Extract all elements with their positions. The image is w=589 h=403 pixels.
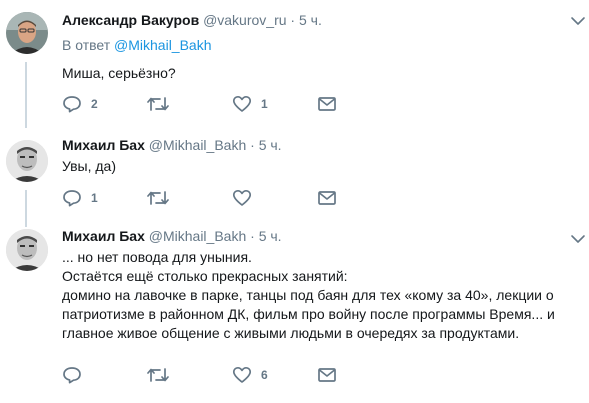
retweet-button[interactable] — [147, 365, 178, 385]
chevron-down-icon[interactable] — [570, 233, 586, 245]
separator-dot: · — [250, 137, 255, 153]
separator-dot: · — [250, 228, 255, 244]
author-name[interactable]: Михаил Бах — [62, 228, 145, 244]
tweet[interactable]: Михаил Бах @Mikhail_Bakh · 5 ч. ... но н… — [0, 226, 589, 403]
tweet-text-line: Увы, да) — [62, 158, 117, 174]
like-button[interactable] — [232, 188, 261, 208]
retweet-button[interactable] — [147, 94, 178, 114]
envelope-icon — [318, 97, 336, 111]
reply-mention-link[interactable]: @Mikhail_Bakh — [114, 37, 211, 53]
chevron-down-icon[interactable] — [570, 15, 586, 27]
like-count: 6 — [261, 368, 268, 382]
timestamp[interactable]: 5 ч. — [259, 228, 282, 244]
reply-button[interactable]: 1 — [62, 188, 98, 208]
message-button[interactable] — [317, 188, 337, 208]
author-handle[interactable]: @Mikhail_Bakh — [149, 228, 246, 244]
tweet[interactable]: Александр Вакуров @vakurov_ru · 5 ч. В о… — [0, 0, 589, 128]
reply-icon — [63, 367, 81, 384]
message-button[interactable] — [317, 365, 337, 385]
tweet-text-line: Остаётся ещё столько прекрасных занятий: — [62, 268, 348, 284]
tweet-text-line: домино на лавочке в парке, танцы под бая… — [62, 287, 554, 303]
author-handle[interactable]: @Mikhail_Bakh — [149, 137, 246, 153]
envelope-icon — [318, 368, 336, 382]
envelope-icon — [318, 191, 336, 205]
tweet-actions: 1 — [62, 188, 362, 208]
timestamp[interactable]: 5 ч. — [259, 137, 282, 153]
heart-icon — [232, 95, 252, 112]
like-button[interactable]: 6 — [232, 365, 268, 385]
reply-button[interactable] — [62, 365, 91, 385]
message-button[interactable] — [317, 94, 337, 114]
reply-context: В ответ @Mikhail_Bakh — [62, 37, 212, 53]
tweet-header: Александр Вакуров @vakurov_ru · 5 ч. — [62, 12, 322, 28]
heart-icon — [232, 366, 252, 383]
reply-prefix: В ответ — [62, 37, 111, 53]
author-name[interactable]: Александр Вакуров — [62, 12, 199, 28]
avatar[interactable] — [6, 229, 48, 271]
heart-icon — [232, 189, 252, 206]
like-button[interactable]: 1 — [232, 94, 268, 114]
author-handle[interactable]: @vakurov_ru — [203, 12, 286, 28]
tweet-header: Михаил Бах @Mikhail_Bakh · 5 ч. — [62, 137, 282, 153]
tweet-header: Михаил Бах @Mikhail_Bakh · 5 ч. — [62, 228, 282, 244]
avatar[interactable] — [6, 140, 48, 182]
reply-count: 1 — [91, 191, 98, 205]
like-count: 1 — [261, 97, 268, 111]
tweet-actions: 6 — [62, 365, 362, 385]
tweet-text-line: патриотизме в районном ДК, фильм про вой… — [62, 306, 555, 322]
reply-icon — [63, 190, 81, 207]
reply-count: 2 — [91, 97, 98, 111]
retweet-icon — [147, 191, 169, 205]
retweet-icon — [147, 97, 169, 111]
retweet-icon — [147, 368, 169, 382]
author-name[interactable]: Михаил Бах — [62, 137, 145, 153]
avatar[interactable] — [6, 12, 48, 54]
tweet-text-line: ... но нет повода для уныния. — [62, 249, 252, 265]
separator-dot: · — [290, 12, 296, 28]
tweet-text-line: главное живое общение с живыми людьми в … — [62, 325, 520, 341]
tweet-text: Миша, серьёзно? — [62, 64, 582, 83]
reply-icon — [63, 96, 81, 113]
tweet-text-line: Миша, серьёзно? — [62, 65, 176, 81]
reply-button[interactable]: 2 — [62, 94, 98, 114]
retweet-button[interactable] — [147, 188, 178, 208]
tweet-actions: 2 1 — [62, 94, 362, 114]
tweet-text: ... но нет повода для уныния. Остаётся е… — [62, 248, 582, 343]
tweet[interactable]: Михаил Бах @Mikhail_Bakh · 5 ч. Увы, да)… — [0, 128, 589, 226]
timestamp[interactable]: 5 ч. — [299, 12, 322, 28]
tweet-text: Увы, да) — [62, 157, 582, 176]
